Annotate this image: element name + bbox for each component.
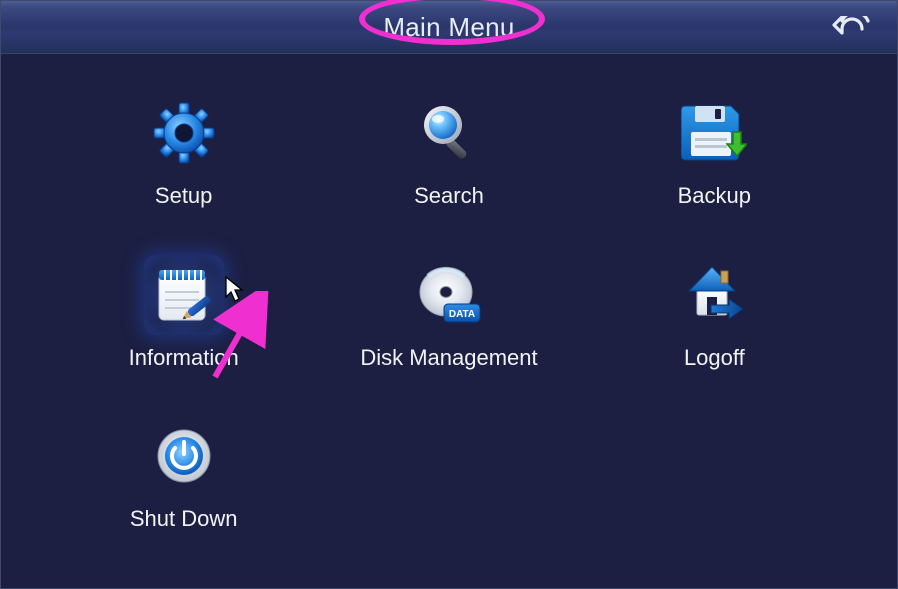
back-arrow-icon bbox=[832, 16, 872, 38]
power-icon bbox=[144, 416, 224, 496]
menu-item-label: Information bbox=[129, 345, 239, 371]
titlebar: Main Menu bbox=[1, 1, 897, 54]
menu-item-disk-management[interactable]: DATA Disk Management bbox=[316, 245, 581, 407]
magnifier-icon bbox=[409, 93, 489, 173]
notepad-icon bbox=[144, 255, 224, 335]
menu-item-information[interactable]: Information bbox=[51, 245, 316, 407]
menu-item-setup[interactable]: Setup bbox=[51, 83, 316, 245]
menu-item-logoff[interactable]: Logoff bbox=[582, 245, 847, 407]
menu-item-label: Search bbox=[414, 183, 484, 209]
menu-item-label: Setup bbox=[155, 183, 213, 209]
empty-cell bbox=[316, 406, 581, 568]
empty-cell bbox=[582, 406, 847, 568]
menu-item-search[interactable]: Search bbox=[316, 83, 581, 245]
menu-item-label: Backup bbox=[678, 183, 751, 209]
menu-item-label: Disk Management bbox=[360, 345, 537, 371]
menu-item-backup[interactable]: Backup bbox=[582, 83, 847, 245]
svg-text:DATA: DATA bbox=[449, 309, 475, 320]
menu-item-shutdown[interactable]: Shut Down bbox=[51, 406, 316, 568]
gear-icon bbox=[144, 93, 224, 173]
window-title: Main Menu bbox=[383, 12, 514, 43]
menu-grid: Setup bbox=[51, 83, 847, 568]
menu-item-label: Logoff bbox=[684, 345, 745, 371]
back-button[interactable] bbox=[829, 12, 875, 42]
disc-icon: DATA bbox=[409, 255, 489, 335]
floppy-disk-icon bbox=[674, 93, 754, 173]
house-logoff-icon bbox=[674, 255, 754, 335]
main-menu-window: Main Menu bbox=[0, 0, 898, 589]
menu-item-label: Shut Down bbox=[130, 506, 238, 532]
main-content: Setup bbox=[1, 53, 897, 588]
